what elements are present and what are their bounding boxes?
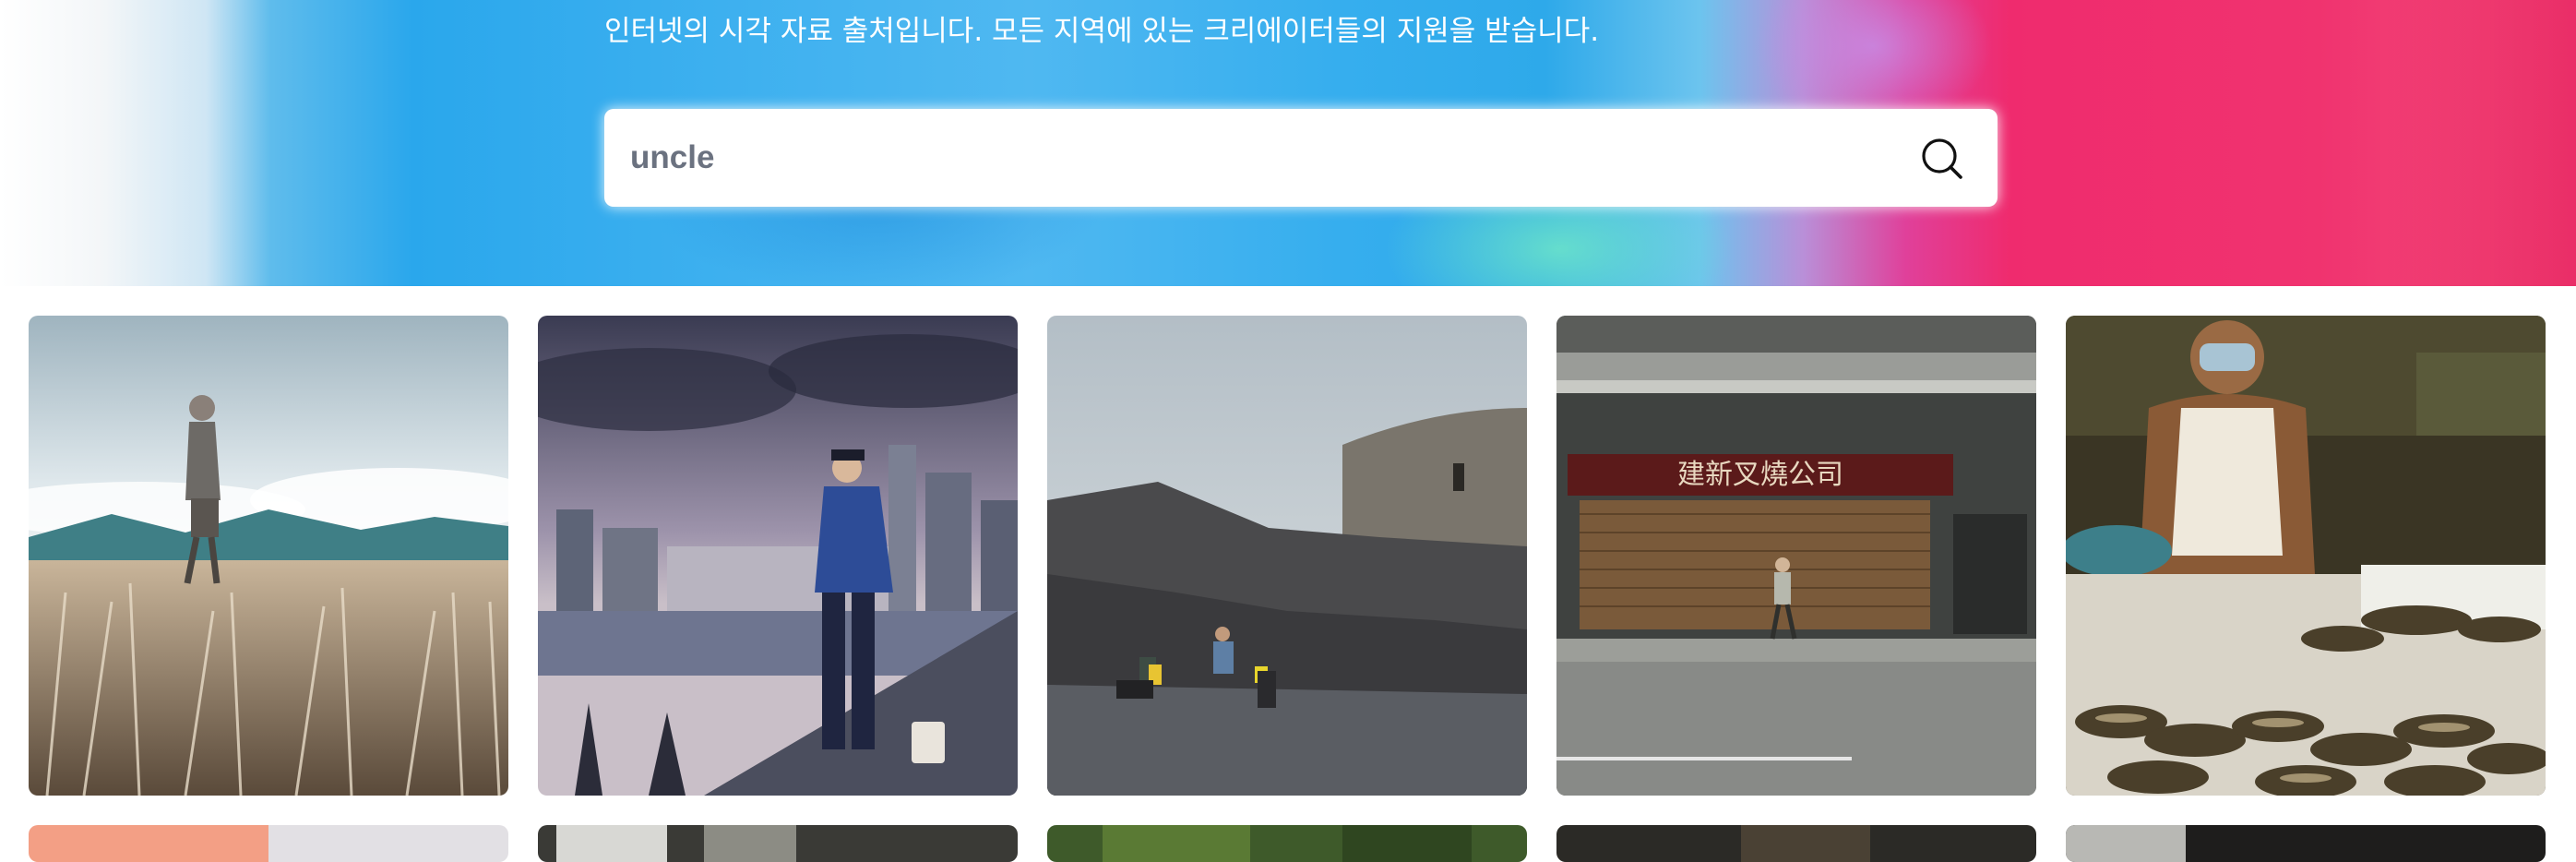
photo-tile[interactable]	[2066, 316, 2546, 796]
photo-tile[interactable]	[2066, 825, 2546, 862]
search-input[interactable]	[630, 129, 1876, 186]
hero-paint-stroke	[2380, 0, 2576, 286]
photo-fish-vendor	[2066, 316, 2546, 796]
photo-tile[interactable]	[1047, 316, 1527, 796]
search-button[interactable]	[1914, 131, 1970, 186]
photo-thumbnail	[1047, 825, 1527, 862]
photo-tile[interactable]	[29, 825, 508, 862]
photo-tile[interactable]: 建新叉燒公司	[1556, 316, 2036, 796]
photo-thumbnail	[538, 825, 1018, 862]
photo-rocky-shore	[1047, 316, 1527, 796]
photo-thumbnail	[29, 825, 508, 862]
photo-tile[interactable]	[1556, 825, 2036, 862]
shop-sign-text: 建新叉燒公司	[1677, 459, 1843, 491]
photo-man-in-field	[29, 316, 508, 796]
photo-man-on-pier	[538, 316, 1018, 796]
search-icon	[1922, 138, 1962, 179]
photo-tile[interactable]	[538, 316, 1018, 796]
photo-tile[interactable]	[538, 825, 1018, 862]
search-bar	[604, 109, 1998, 207]
photo-street-shop: 建新叉燒公司	[1556, 316, 2036, 796]
photo-tile[interactable]	[29, 316, 508, 796]
photo-thumbnail	[1556, 825, 2036, 862]
photo-tile[interactable]	[1047, 825, 1527, 862]
hero-tagline: 인터넷의 시각 자료 출처입니다. 모든 지역에 있는 크리에이터들의 지원을 …	[604, 15, 1600, 48]
photo-thumbnail	[2066, 825, 2546, 862]
